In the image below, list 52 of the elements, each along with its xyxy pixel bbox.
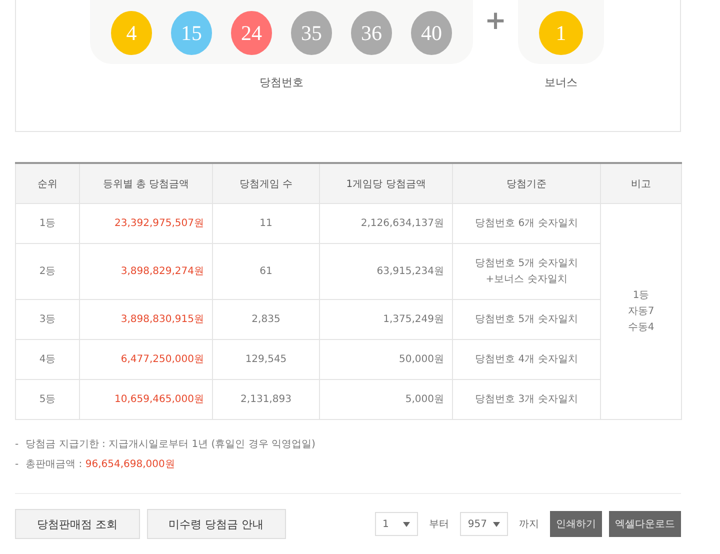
lotto-ball: 15 <box>171 11 212 55</box>
link-button[interactable]: 당첨판매점 조회 <box>15 509 140 539</box>
table-cell: 2,131,893 <box>212 380 320 420</box>
column-header: 당첨게임 수 <box>212 163 320 204</box>
select-field[interactable]: 957 <box>460 512 508 536</box>
caret-icon <box>493 522 500 526</box>
table-cell: 당첨번호 6개 숫자일치 <box>452 204 600 244</box>
table-cell: 129,545 <box>212 340 320 380</box>
table-cell: 2,126,634,137원 <box>320 204 452 244</box>
table-cell: 63,915,234원 <box>320 244 452 300</box>
table-cell: 4등 <box>16 340 80 380</box>
group-label: 보너스 <box>544 75 578 90</box>
table-cell: 23,392,975,507원 <box>80 204 212 244</box>
lotto-ball: 36 <box>351 11 392 55</box>
bullet: - <box>15 439 19 450</box>
column-header: 당첨기준 <box>452 163 600 204</box>
lotto-ball: 1 <box>539 11 583 55</box>
table-cell: 11 <box>212 204 320 244</box>
table-cell: 6,477,250,000원 <box>80 340 212 380</box>
table-cell: 2,835 <box>212 300 320 340</box>
action-button[interactable]: 인쇄하기 <box>550 511 602 537</box>
column-header: 1게임당 당첨금액 <box>320 163 452 204</box>
column-header: 비고 <box>600 163 682 204</box>
range-label: 까지 <box>519 518 539 531</box>
table-cell: 3등 <box>16 300 80 340</box>
lotto-ball: 35 <box>291 11 332 55</box>
table-cell: 50,000원 <box>320 340 452 380</box>
plus-sign: + <box>484 6 508 36</box>
caret-icon <box>402 522 410 526</box>
table-cell: 3,898,829,274원 <box>80 244 212 300</box>
table-cell: 5,000원 <box>320 380 452 420</box>
table-cell: 1등 <box>16 204 80 244</box>
lotto-ball: 40 <box>411 11 452 55</box>
table-cell: 10,659,465,000원 <box>80 380 212 420</box>
column-header: 순위 <box>16 163 80 204</box>
table-cell: 2등 <box>16 244 80 300</box>
select-field[interactable]: 1 <box>374 512 418 536</box>
range-label: 부터 <box>428 518 449 531</box>
lotto-ball: 24 <box>231 11 272 55</box>
table-cell: 1등 자동7 수동4 <box>600 204 682 420</box>
table-cell: 1,375,249원 <box>320 300 452 340</box>
table-cell: 3,898,830,915원 <box>80 300 212 340</box>
table-cell: 5등 <box>16 380 80 420</box>
action-button[interactable]: 엑셀다운로드 <box>609 511 681 537</box>
note-text: 당첨금 지급기한 : 지급개시일로부터 1년 (휴일인 경우 익영업일) <box>26 439 316 450</box>
link-button[interactable]: 미수령 당첨금 안내 <box>146 509 286 539</box>
note-text: 총판매금액 : 96,654,698,000원 <box>26 459 175 470</box>
bullet: - <box>15 459 19 470</box>
column-header: 등위별 총 당첨금액 <box>80 163 212 204</box>
group-label: 당첨번호 <box>260 75 304 90</box>
lotto-ball: 4 <box>111 11 152 55</box>
table-cell: 61 <box>212 244 320 300</box>
